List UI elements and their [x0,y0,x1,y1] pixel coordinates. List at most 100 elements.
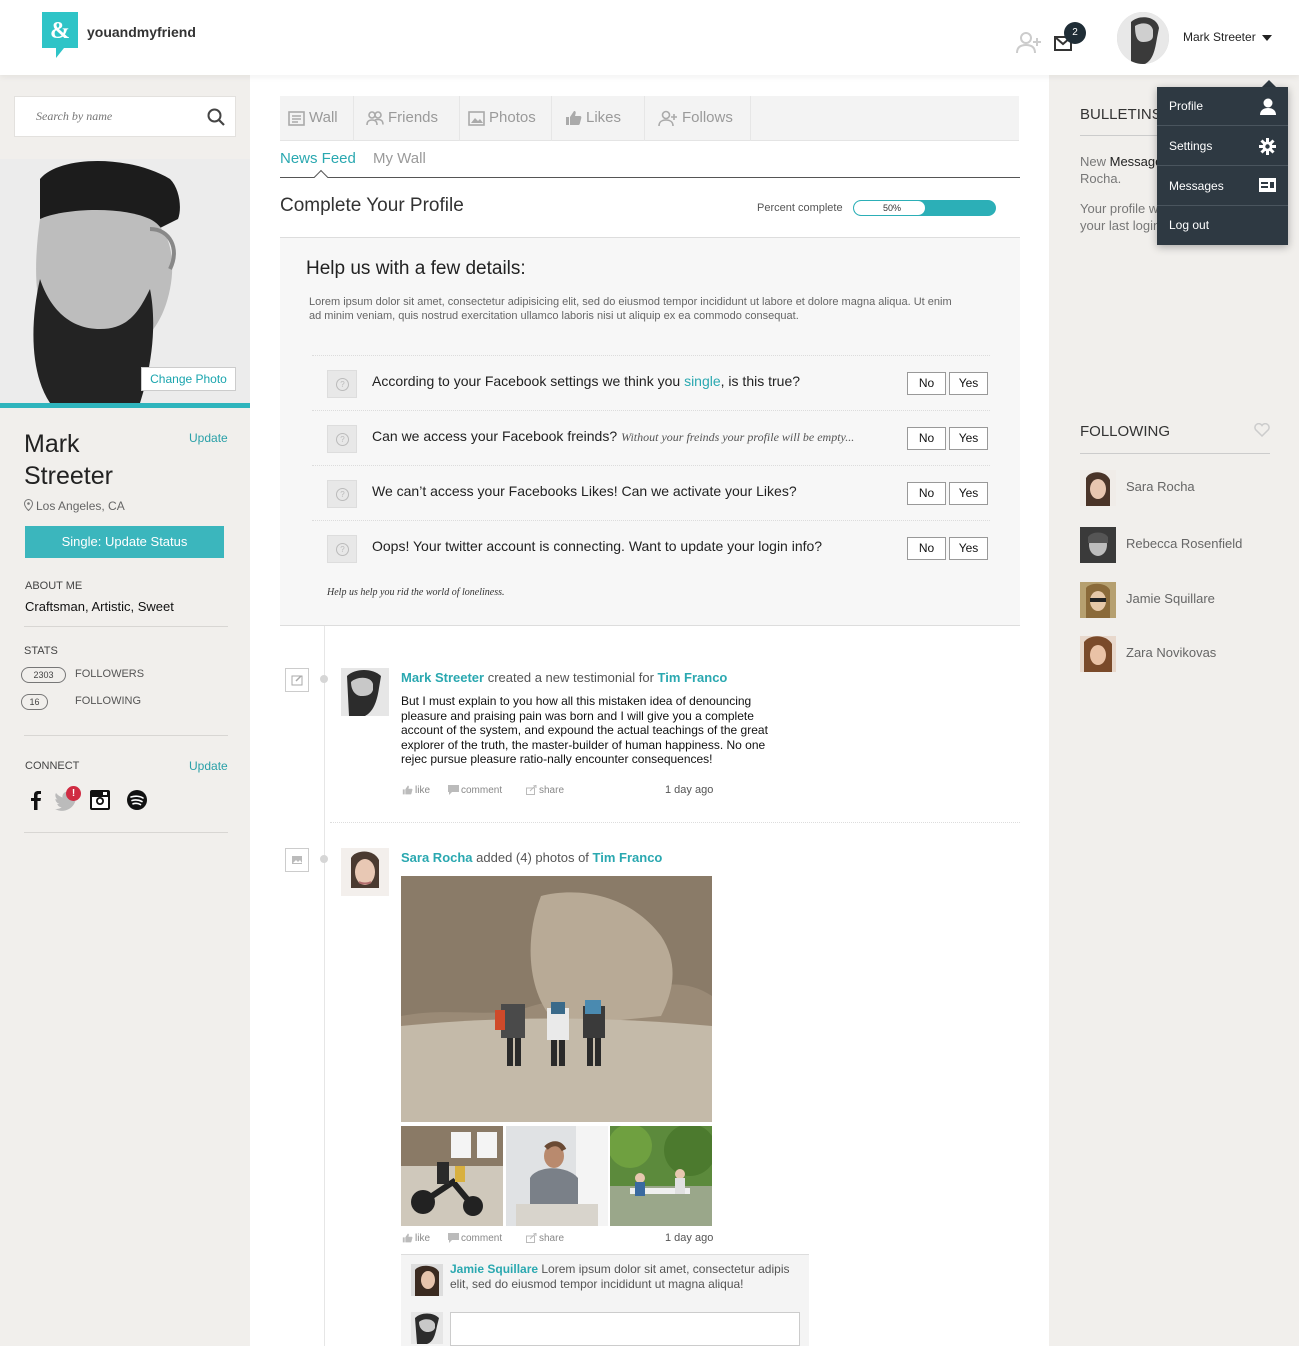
post-separator [330,822,1020,823]
yes-button[interactable]: Yes [949,427,988,450]
update-connect-link[interactable]: Update [189,759,228,773]
tab-likes[interactable]: Likes [557,96,645,141]
user-avatar[interactable] [1117,12,1169,64]
search-input[interactable] [15,97,205,136]
post-thumb-3[interactable] [610,1126,712,1226]
yes-button[interactable]: Yes [949,372,988,395]
brand-logo[interactable]: & [42,12,78,58]
update-profile-link[interactable]: Update [189,431,228,445]
help-footer-text: Help us help you rid the world of loneli… [327,587,505,598]
gear-icon [1259,138,1276,155]
photo-accent-bar [0,403,250,408]
post-thumb-2[interactable] [506,1126,608,1226]
help-description: Lorem ipsum dolor sit amet, consectetur … [309,296,952,322]
tab-follows[interactable]: Follows [650,96,751,141]
facebook-icon[interactable] [24,788,48,812]
following-name[interactable]: Sara Rocha [1126,479,1195,494]
yes-button[interactable]: Yes [949,537,988,560]
following-name[interactable]: Zara Novikovas [1126,645,1216,660]
comment-author-link[interactable]: Jamie Squillare [450,1262,538,1276]
question-highlight-link[interactable]: single [684,373,721,389]
comment-icon [448,1233,459,1244]
tab-friends[interactable]: Friends [358,96,460,141]
post-body: But I must explain to you how all this m… [401,694,768,766]
search-box [14,96,236,137]
share-button[interactable]: share [526,784,564,796]
connect-label: CONNECT [25,760,80,772]
timeline-dot [320,675,328,683]
following-label[interactable]: FOLLOWING [75,695,141,707]
tab-label: Photos [489,109,536,126]
spotify-icon[interactable] [125,788,149,812]
chevron-down-icon[interactable] [1262,35,1272,41]
edit-icon [285,668,309,692]
share-button[interactable]: share [526,1232,564,1244]
menu-item-settings[interactable]: Settings [1157,127,1288,166]
instagram-icon[interactable] [88,788,112,812]
right-sidebar [1049,75,1299,1346]
following-avatar[interactable] [1080,582,1116,618]
user-name[interactable]: Mark Streeter [1183,30,1256,44]
share-icon [526,784,537,796]
followers-count[interactable]: 2303 [21,667,66,683]
search-icon[interactable] [207,108,225,126]
no-button[interactable]: No [907,537,946,560]
post-author-avatar[interactable] [341,668,389,716]
location-pin-icon [23,498,34,512]
followers-label[interactable]: FOLLOWERS [75,668,144,680]
like-label: like [415,1233,431,1244]
like-button[interactable]: like [402,1233,430,1244]
no-button[interactable]: No [907,482,946,505]
profile-question-row: ? Can we access your Facebook freinds? Wit… [312,410,990,465]
message-card-icon [1259,178,1276,192]
following-avatar[interactable] [1080,527,1116,563]
subtab-news-feed[interactable]: News Feed [280,150,356,167]
help-icon: ? [327,535,357,563]
menu-item-profile[interactable]: Profile [1157,87,1288,126]
like-button[interactable]: like [402,785,430,796]
svg-text:&: & [50,18,70,44]
friends-icon [366,110,384,125]
menu-item-logout[interactable]: Log out [1157,206,1288,245]
menu-item-messages[interactable]: Messages [1157,167,1288,206]
following-count[interactable]: 16 [21,694,48,710]
question-text: According to your Facebook settings we t… [372,373,804,390]
subtab-my-wall[interactable]: My Wall [373,150,426,167]
change-photo-button[interactable]: Change Photo [141,367,236,391]
comment-input[interactable] [450,1312,800,1346]
divider [24,735,228,736]
about-me-label: ABOUT ME [25,580,83,592]
question-part: , is this true? [720,373,801,389]
update-status-button[interactable]: Single: Update Status [25,526,224,558]
comment-button[interactable]: comment [448,785,502,796]
following-title: FOLLOWING [1080,423,1171,440]
post-author-link[interactable]: Sara Rocha [401,850,473,865]
tab-wall[interactable]: Wall [280,96,354,141]
comment-button[interactable]: comment [448,1233,502,1244]
no-button[interactable]: No [907,427,946,450]
post-main-photo[interactable] [401,876,712,1122]
post-author-avatar[interactable] [341,848,389,896]
following-avatar[interactable] [1080,636,1116,672]
subtab-active-caret [313,169,329,185]
post-author-link[interactable]: Mark Streeter [401,670,484,685]
heart-icon[interactable] [1254,422,1270,438]
tab-photos[interactable]: Photos [460,96,552,141]
following-avatar[interactable] [1080,470,1116,506]
complete-profile-title: Complete Your Profile [280,195,464,216]
post-thumb-1[interactable] [401,1126,503,1226]
following-name[interactable]: Rebecca Rosenfield [1126,536,1242,551]
post-target-link[interactable]: Tim Franco [658,670,728,685]
following-name[interactable]: Jamie Squillare [1126,591,1215,606]
question-mark-icon: ? [336,543,349,556]
yes-button[interactable]: Yes [949,482,988,505]
profile-first-name: Mark [24,430,80,458]
add-friend-icon[interactable] [1016,32,1042,54]
divider [24,626,228,627]
help-icon: ? [327,425,357,453]
commenter-avatar[interactable] [411,1264,443,1296]
no-button[interactable]: No [907,372,946,395]
brand-name[interactable]: youandmyfriend [87,24,196,40]
location-text: Los Angeles, CA [36,499,125,513]
post-target-link[interactable]: Tim Franco [593,850,663,865]
